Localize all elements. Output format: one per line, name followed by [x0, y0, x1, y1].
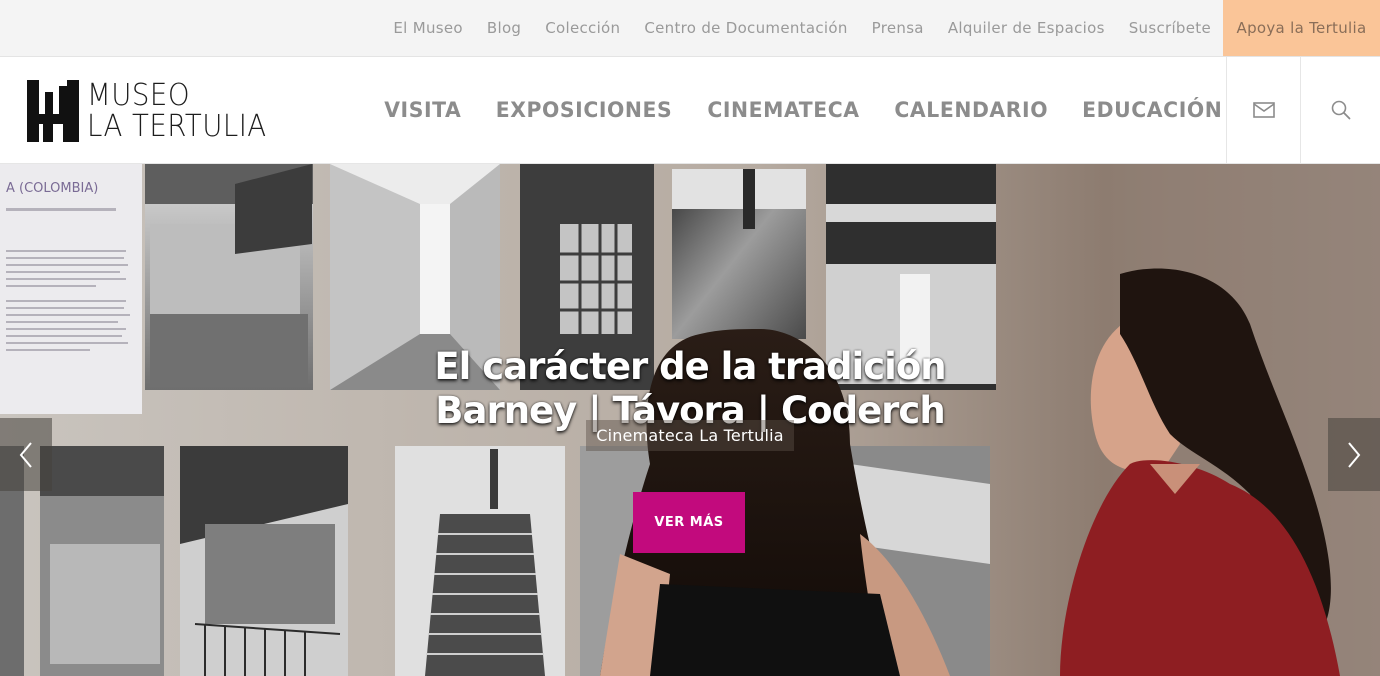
- hero-subtitle: Cinemateca La Tertulia: [586, 420, 794, 451]
- main-header: MUSEO LA TERTULIA VISITA EXPOSICIONES CI…: [0, 57, 1380, 164]
- support-button[interactable]: Apoya la Tertulia: [1223, 0, 1380, 56]
- util-link-blog[interactable]: Blog: [475, 19, 533, 37]
- util-link-centro-documentacion[interactable]: Centro de Documentación: [632, 19, 859, 37]
- poster-heading: A (COLOMBIA): [6, 181, 98, 196]
- museum-logo[interactable]: MUSEO LA TERTULIA: [27, 80, 282, 142]
- util-link-suscribete[interactable]: Suscríbete: [1117, 19, 1223, 37]
- search-icon: [1331, 100, 1350, 120]
- hero-slider: A (COLOMBIA) El carácter de la tradición…: [0, 164, 1380, 676]
- util-link-el-museo[interactable]: El Museo: [381, 19, 474, 37]
- nav-exposiciones[interactable]: EXPOSICIONES: [481, 98, 687, 122]
- slider-prev-button[interactable]: [0, 418, 52, 491]
- util-link-alquiler-espacios[interactable]: Alquiler de Espacios: [936, 19, 1117, 37]
- mail-icon: [1252, 102, 1275, 118]
- nav-calendario[interactable]: CALENDARIO: [879, 98, 1062, 122]
- chevron-right-icon: [1348, 441, 1361, 468]
- hero-title-line-1: El carácter de la tradición: [434, 344, 946, 388]
- chevron-left-icon: [19, 441, 32, 468]
- nav-cinemateca[interactable]: CINEMATECA: [692, 98, 873, 122]
- logo-mark-icon: [27, 80, 79, 142]
- util-link-prensa[interactable]: Prensa: [860, 19, 936, 37]
- hero-subtitle-wrap: Cinemateca La Tertulia: [0, 420, 1380, 451]
- search-button[interactable]: [1300, 57, 1380, 163]
- logo-line-1: MUSEO: [87, 78, 190, 113]
- logo-text: MUSEO LA TERTULIA: [87, 80, 282, 142]
- ver-mas-button[interactable]: VER MÁS: [633, 492, 745, 553]
- logo-line-2: LA TERTULIA: [87, 109, 267, 144]
- main-nav: VISITA EXPOSICIONES CINEMATECA CALENDARI…: [368, 57, 1240, 163]
- utility-nav: El Museo Blog Colección Centro de Docume…: [381, 0, 1223, 56]
- mail-button[interactable]: [1226, 57, 1300, 163]
- slider-next-button[interactable]: [1328, 418, 1380, 491]
- nav-visita[interactable]: VISITA: [370, 98, 476, 122]
- util-link-coleccion[interactable]: Colección: [533, 19, 632, 37]
- top-utility-bar: El Museo Blog Colección Centro de Docume…: [0, 0, 1380, 57]
- nav-educacion[interactable]: EDUCACIÓN: [1068, 98, 1237, 122]
